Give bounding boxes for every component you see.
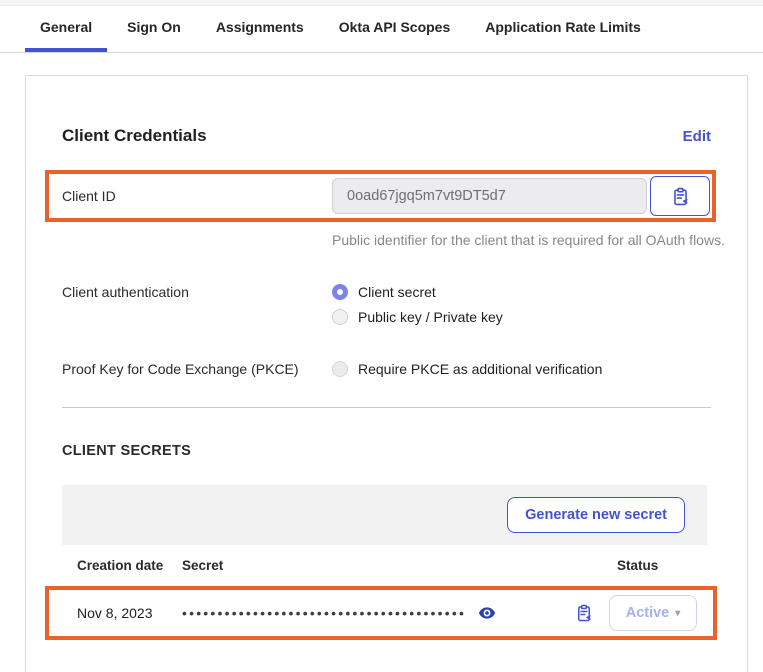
- client-id-field-group: 0oad67jgq5m7vt9DT5d7: [332, 176, 710, 216]
- client-authentication-label: Client authentication: [62, 284, 332, 300]
- caret-down-icon: ▾: [675, 608, 680, 619]
- eye-icon: [478, 604, 496, 622]
- secrets-table-toolbar: Generate new secret: [62, 485, 707, 545]
- reveal-secret-button[interactable]: [476, 602, 498, 624]
- edit-link[interactable]: Edit: [683, 128, 711, 145]
- secret-creation-date: Nov 8, 2023: [62, 605, 182, 621]
- client-id-highlight-box: Client ID 0oad67jgq5m7vt9DT5d7: [45, 170, 716, 222]
- pkce-option[interactable]: Require PKCE as additional verification: [332, 361, 602, 377]
- radio-client-secret-label: Client secret: [358, 284, 436, 300]
- secret-row-highlight-box: Nov 8, 2023 ••••••••••••••••••••••••••••…: [45, 586, 717, 640]
- client-id-value-field[interactable]: 0oad67jgq5m7vt9DT5d7: [332, 178, 647, 214]
- radio-client-secret[interactable]: Client secret: [332, 284, 503, 300]
- section-title: Client Credentials: [62, 126, 207, 146]
- tab-general[interactable]: General: [25, 6, 107, 52]
- copy-client-id-button[interactable]: [650, 176, 710, 216]
- status-badge: Active: [626, 605, 670, 621]
- radio-unselected-icon[interactable]: [332, 309, 348, 325]
- table-row: Nov 8, 2023 ••••••••••••••••••••••••••••…: [49, 590, 713, 636]
- client-credentials-card: Client Credentials Edit Client ID 0oad67…: [25, 75, 748, 672]
- tab-sign-on[interactable]: Sign On: [112, 6, 196, 52]
- column-status: Status: [617, 558, 707, 573]
- client-secrets-title: CLIENT SECRETS: [62, 443, 711, 459]
- radio-public-private-key[interactable]: Public key / Private key: [332, 309, 503, 325]
- section-header: Client Credentials Edit: [62, 126, 711, 146]
- pkce-label: Proof Key for Code Exchange (PKCE): [62, 361, 332, 377]
- secrets-table-header: Creation date Secret Status: [62, 545, 707, 587]
- copy-secret-button[interactable]: [573, 602, 595, 624]
- clipboard-copy-icon: [575, 604, 593, 622]
- client-authentication-row: Client authentication Client secret Publ…: [62, 284, 711, 325]
- client-authentication-options: Client secret Public key / Private key: [332, 284, 503, 325]
- status-dropdown-button[interactable]: Active ▾: [609, 595, 697, 631]
- tab-okta-api-scopes[interactable]: Okta API Scopes: [324, 6, 466, 52]
- section-divider: [62, 407, 711, 408]
- checkbox-unchecked-icon[interactable]: [332, 361, 348, 377]
- copy-secret-cell: [559, 602, 609, 624]
- client-id-label: Client ID: [62, 188, 332, 204]
- masked-secret-value: ••••••••••••••••••••••••••••••••••••••••: [182, 605, 466, 621]
- radio-selected-icon[interactable]: [332, 284, 348, 300]
- secret-cell: ••••••••••••••••••••••••••••••••••••••••: [182, 602, 559, 624]
- pkce-option-label: Require PKCE as additional verification: [358, 361, 602, 377]
- column-creation-date: Creation date: [62, 558, 182, 573]
- clipboard-copy-icon: [671, 187, 690, 206]
- generate-new-secret-button[interactable]: Generate new secret: [507, 497, 685, 533]
- status-cell: Active ▾: [609, 595, 699, 631]
- app-tabbar: General Sign On Assignments Okta API Sco…: [0, 6, 763, 53]
- pkce-row: Proof Key for Code Exchange (PKCE) Requi…: [62, 361, 711, 377]
- radio-public-private-key-label: Public key / Private key: [358, 309, 503, 325]
- tab-assignments[interactable]: Assignments: [201, 6, 319, 52]
- client-id-help-text: Public identifier for the client that is…: [332, 228, 732, 252]
- column-secret: Secret: [182, 558, 567, 573]
- tab-application-rate-limits[interactable]: Application Rate Limits: [470, 6, 656, 52]
- client-secrets-table: Generate new secret Creation date Secret…: [62, 485, 707, 640]
